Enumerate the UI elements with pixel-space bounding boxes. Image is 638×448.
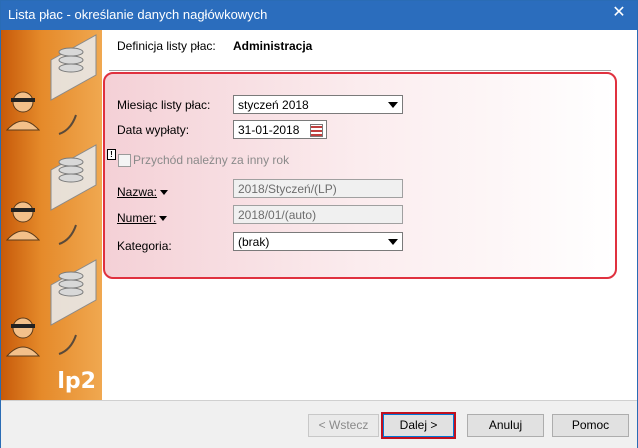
- chevron-down-icon: [388, 102, 398, 108]
- category-dropdown[interactable]: (brak): [233, 232, 403, 251]
- pay-date-field[interactable]: 31-01-2018: [233, 120, 327, 139]
- number-label: Numer:: [117, 211, 157, 225]
- number-field: 2018/01/(auto): [233, 205, 403, 224]
- logo-text: lp2: [57, 369, 96, 394]
- month-label: Miesiąc listy płac:: [117, 98, 211, 112]
- back-button[interactable]: < Wstecz: [308, 414, 379, 437]
- definition-label: Definicja listy płac:: [117, 39, 216, 53]
- chevron-down-icon: [159, 216, 168, 222]
- database-user-illustration: [5, 34, 97, 357]
- category-value: (brak): [238, 235, 270, 249]
- warning-icon: !: [107, 149, 116, 160]
- number-menu-button[interactable]: Numer:: [117, 211, 168, 225]
- definition-value: Administracja: [233, 39, 313, 53]
- calendar-icon[interactable]: [310, 124, 323, 137]
- help-button[interactable]: Pomoc: [552, 414, 629, 437]
- next-button[interactable]: Dalej >: [383, 414, 454, 437]
- cancel-button[interactable]: Anuluj: [467, 414, 544, 437]
- name-value: 2018/Styczeń/(LP): [238, 182, 337, 196]
- income-other-year-checkbox[interactable]: [118, 154, 131, 167]
- window-title: Lista płac - określanie danych nagłówkow…: [8, 7, 268, 22]
- number-value: 2018/01/(auto): [238, 208, 317, 222]
- name-label: Nazwa:: [117, 185, 158, 199]
- dialog-window: Lista płac - określanie danych nagłówkow…: [0, 0, 638, 448]
- title-bar: Lista płac - określanie danych nagłówkow…: [1, 1, 637, 30]
- close-icon[interactable]: ✕: [611, 5, 627, 21]
- name-field: 2018/Styczeń/(LP): [233, 179, 403, 198]
- month-value: styczeń 2018: [238, 98, 309, 112]
- chevron-down-icon: [388, 239, 398, 245]
- separator-line: [109, 70, 611, 71]
- category-label: Kategoria:: [117, 239, 172, 253]
- chevron-down-icon: [160, 190, 169, 196]
- pay-date-label: Data wypłaty:: [117, 123, 190, 137]
- month-dropdown[interactable]: styczeń 2018: [233, 95, 403, 114]
- pay-date-value: 31-01-2018: [238, 123, 300, 137]
- wizard-sidebar-graphic: lp2: [1, 30, 102, 400]
- name-menu-button[interactable]: Nazwa:: [117, 185, 169, 199]
- income-other-year-label: Przychód należny za inny rok: [133, 153, 290, 167]
